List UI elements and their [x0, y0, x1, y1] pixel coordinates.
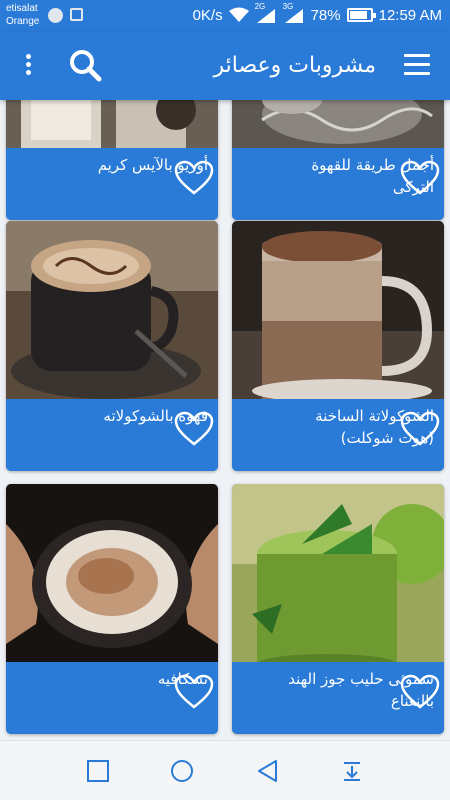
recipe-photo [232, 221, 444, 399]
card-footer: الشوكولاتة الساخنة (هوت شوكلت) [232, 399, 444, 471]
app-bar: مشروبات وعصائر [0, 32, 450, 100]
notification-circle-icon [48, 8, 63, 23]
heart-outline-icon[interactable] [400, 411, 440, 447]
hamburger-menu-icon[interactable] [404, 54, 430, 78]
more-vert-icon[interactable] [14, 52, 42, 80]
signal-2g-icon: 2G [255, 2, 277, 24]
recipe-card[interactable]: سموثى حليب جوز الهند بالنعناع [232, 484, 444, 734]
card-footer: سموثى حليب جوز الهند بالنعناع [232, 662, 444, 734]
system-nav-bar [0, 740, 450, 800]
recent-apps-icon[interactable] [84, 757, 112, 785]
heart-outline-icon[interactable] [400, 160, 440, 196]
recipe-card[interactable]: نسكافيه [6, 484, 218, 734]
card-footer: نسكافيه [6, 662, 218, 734]
clock: 12:59 AM [378, 6, 442, 24]
recipe-card[interactable]: الشوكولاتة الساخنة (هوت شوكلت) [232, 221, 444, 471]
recipe-photo [6, 100, 218, 148]
card-footer: قهوة بالشوكولاته [6, 399, 218, 471]
heart-outline-icon[interactable] [400, 674, 440, 710]
app-title: مشروبات وعصائر [213, 53, 377, 78]
status-bar: etisalat Orange 0K/s 2G 3G 78% 12:59 AM [0, 0, 450, 32]
carrier-line-2: Orange [6, 16, 40, 27]
back-icon[interactable] [254, 757, 282, 785]
heart-outline-icon[interactable] [174, 411, 214, 447]
card-footer: أوريو بالآيس كريم [6, 148, 218, 220]
recipe-grid[interactable]: أجمل طريقة للقهوة التركى أوريو بالآيس كر… [0, 100, 450, 740]
recipe-photo [6, 221, 218, 399]
carrier-line-1: etisalat [6, 3, 38, 14]
signal-3g-icon: 3G [283, 2, 305, 24]
network-speed: 0K/s [192, 6, 223, 24]
wifi-icon [228, 7, 249, 22]
heart-outline-icon[interactable] [174, 160, 214, 196]
battery-level [349, 11, 367, 19]
recipe-photo [232, 100, 444, 148]
battery-percent: 78% [310, 6, 341, 24]
carrier-name: etisalat Orange [6, 2, 39, 28]
recipe-photo [6, 484, 218, 670]
recipe-card[interactable]: أوريو بالآيس كريم [6, 100, 218, 220]
status-indicators: 0K/s 2G 3G 78% 12:59 AM [192, 2, 442, 24]
notification-pull-icon[interactable] [338, 757, 366, 785]
card-footer: أجمل طريقة للقهوة التركى [232, 148, 444, 220]
home-icon[interactable] [168, 757, 196, 785]
search-icon[interactable] [66, 46, 106, 86]
recipe-card[interactable]: قهوة بالشوكولاته [6, 221, 218, 471]
heart-outline-icon[interactable] [174, 674, 214, 710]
recipe-card[interactable]: أجمل طريقة للقهوة التركى [232, 100, 444, 220]
gallery-notification-icon [70, 8, 83, 21]
battery-icon [346, 8, 376, 22]
recipe-photo [232, 484, 444, 670]
